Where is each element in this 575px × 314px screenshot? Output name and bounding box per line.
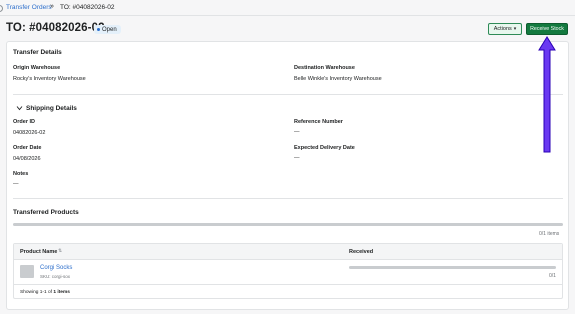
table-footer-divider: [14, 284, 562, 285]
sort-icon[interactable]: ⇅: [58, 248, 62, 254]
topbar-divider: [0, 15, 575, 16]
transferred-products-title: Transferred Products: [13, 209, 79, 216]
status-badge-label: Open: [102, 26, 117, 33]
chevron-down-icon[interactable]: [16, 105, 23, 111]
section-divider: [13, 198, 563, 199]
page-title: TO: #04082026-02: [6, 22, 105, 34]
table-footer-prefix: Showing 1-1 of: [20, 290, 52, 295]
transfer-order-card: Transfer Details Origin Warehouse Rocky'…: [6, 41, 569, 310]
table-footer: Showing 1-1 of 1 items: [20, 290, 70, 295]
origin-warehouse-label: Origin Warehouse: [13, 65, 61, 71]
section-divider: [13, 94, 563, 95]
breadcrumb-transfer-orders-link[interactable]: Transfer Orders: [6, 4, 52, 11]
reference-number-label: Reference Number: [294, 119, 343, 125]
shipping-details-title[interactable]: Shipping Details: [26, 105, 77, 112]
receive-stock-label: Receive Stock: [530, 26, 564, 32]
status-dot-icon: [97, 28, 100, 31]
order-date-value: 04/08/2026: [13, 156, 41, 162]
order-id-value: 04082026-02: [13, 130, 46, 136]
annotation-arrow-icon: [538, 36, 556, 153]
breadcrumb-current: TO: #04082026-02: [60, 4, 115, 11]
table-header: Product Name ⇅ Received: [14, 244, 562, 260]
actions-button[interactable]: Actions ▾: [488, 23, 522, 35]
product-name-link[interactable]: Corgi Socks: [40, 265, 72, 271]
expected-delivery-value: —: [294, 155, 300, 161]
order-id-label: Order ID: [13, 119, 36, 125]
products-table: Product Name ⇅ Received Corgi Socks SKU:…: [13, 243, 563, 299]
actions-button-label: Actions: [493, 26, 512, 32]
reference-number-value: —: [294, 129, 300, 135]
transfer-progress-text: 0/1 items: [539, 231, 560, 237]
column-received: Received: [349, 249, 374, 255]
caret-down-icon: ▾: [513, 26, 517, 32]
product-thumbnail: [20, 265, 34, 278]
breadcrumb-separator: »: [50, 3, 54, 10]
received-count: 0/1: [549, 273, 556, 279]
received-progress-bar: [349, 266, 556, 269]
origin-warehouse-value: Rocky's Inventory Warehouse: [13, 76, 86, 82]
expected-delivery-label: Expected Delivery Date: [294, 145, 355, 151]
breadcrumb: Transfer Orders » TO: #04082026-02: [0, 0, 575, 16]
notes-value: —: [13, 181, 19, 187]
destination-warehouse-value: Belle Winkle's Inventory Warehouse: [294, 76, 382, 82]
product-sku: SKU: corgi-sox: [40, 274, 71, 279]
destination-warehouse-label: Destination Warehouse: [294, 65, 355, 71]
transfer-progress-bar: [13, 223, 563, 226]
receive-stock-button[interactable]: Receive Stock: [526, 23, 568, 35]
column-product-name[interactable]: Product Name: [20, 249, 57, 255]
transfer-details-title: Transfer Details: [13, 49, 62, 56]
table-footer-total: 1 items: [53, 290, 70, 295]
status-badge: Open: [94, 25, 121, 34]
notes-label: Notes: [13, 171, 29, 177]
back-circle-icon[interactable]: [0, 5, 3, 12]
order-date-label: Order Date: [13, 145, 42, 151]
